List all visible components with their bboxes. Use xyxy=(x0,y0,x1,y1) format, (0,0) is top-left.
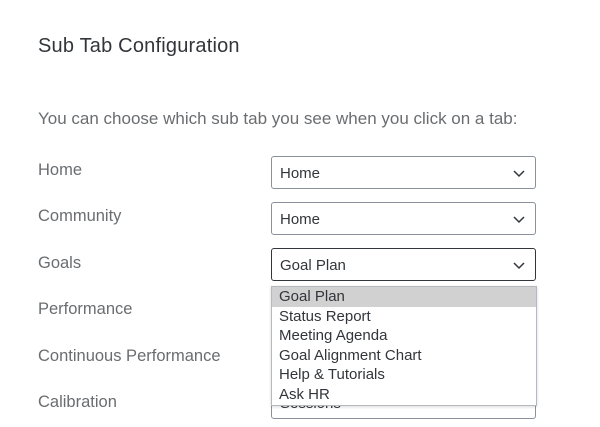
select-value: Goal Plan xyxy=(280,257,346,274)
dropdown-option-meeting-agenda[interactable]: Meeting Agenda xyxy=(272,326,536,346)
select-value: Home xyxy=(280,211,321,228)
row-label-continuous-performance: Continuous Performance xyxy=(38,347,221,365)
community-subtab-select[interactable]: Home xyxy=(271,202,536,235)
dropdown-option-goal-plan[interactable]: Goal Plan xyxy=(272,287,536,307)
dropdown-option-status-report[interactable]: Status Report xyxy=(272,307,536,327)
chevron-down-icon xyxy=(513,262,525,270)
instruction-text: You can choose which sub tab you see whe… xyxy=(38,109,518,128)
sub-tab-configuration-page: Sub Tab Configuration You can choose whi… xyxy=(0,0,600,427)
chevron-down-icon xyxy=(513,170,525,178)
dropdown-option-goal-alignment-chart[interactable]: Goal Alignment Chart xyxy=(272,346,536,366)
select-value: Home xyxy=(280,165,321,182)
chevron-down-icon xyxy=(513,216,525,224)
row-label-home: Home xyxy=(38,161,83,179)
goals-subtab-select[interactable]: Goal Plan xyxy=(271,248,536,281)
row-label-performance: Performance xyxy=(38,300,133,318)
goals-dropdown-list: Goal Plan Status Report Meeting Agenda G… xyxy=(271,286,537,406)
row-label-goals: Goals xyxy=(38,254,82,272)
page-title: Sub Tab Configuration xyxy=(38,35,240,57)
row-label-community: Community xyxy=(38,207,122,225)
home-subtab-select[interactable]: Home xyxy=(271,156,536,189)
row-label-calibration: Calibration xyxy=(38,393,117,411)
dropdown-option-help-tutorials[interactable]: Help & Tutorials xyxy=(272,365,536,385)
dropdown-option-ask-hr[interactable]: Ask HR xyxy=(272,385,536,405)
